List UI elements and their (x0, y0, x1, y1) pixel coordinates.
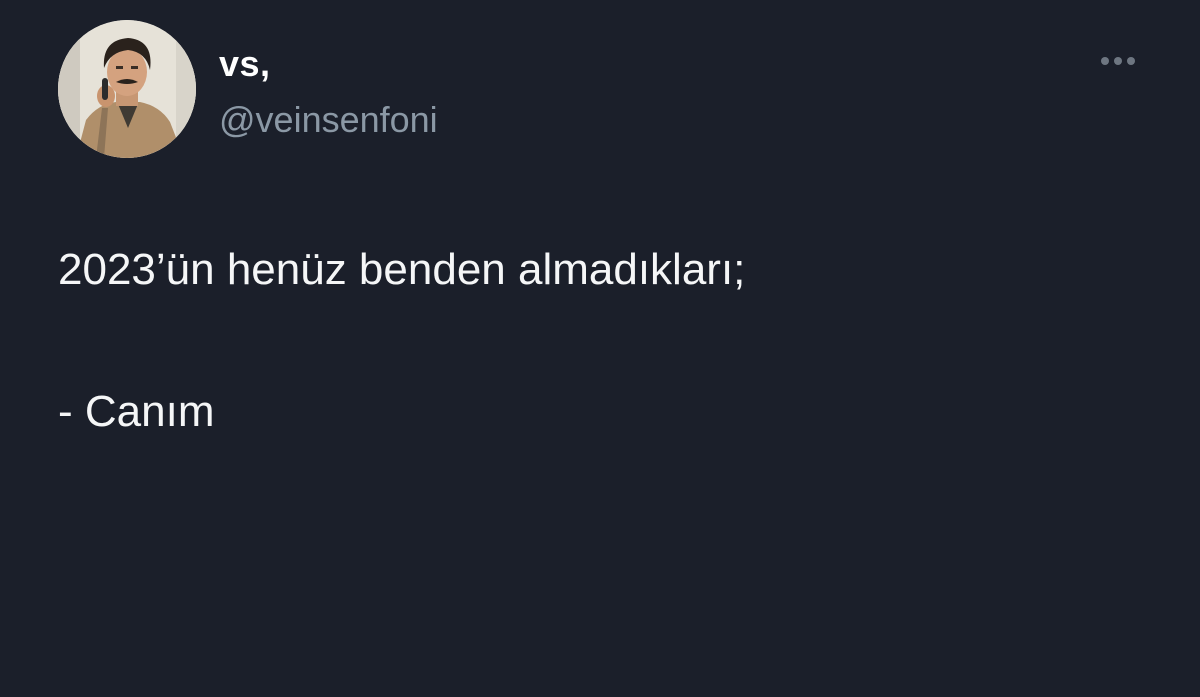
tweet-text-line: 2023’ün henüz benden almadıkları; (58, 245, 746, 294)
tweet-card: vs, @veinsenfoni 2023’ün henüz benden al… (0, 0, 1200, 697)
avatar[interactable] (58, 20, 196, 158)
author-handle[interactable]: @veinsenfoni (219, 98, 438, 142)
tweet-text-line: - Canım (58, 387, 215, 436)
more-horizontal-icon-dot (1114, 57, 1122, 65)
author-display-name[interactable]: vs, (219, 42, 271, 86)
more-options-button[interactable] (1092, 48, 1144, 74)
more-horizontal-icon-dot (1127, 57, 1135, 65)
more-horizontal-icon (1101, 57, 1109, 65)
profile-photo-icon (58, 20, 196, 158)
